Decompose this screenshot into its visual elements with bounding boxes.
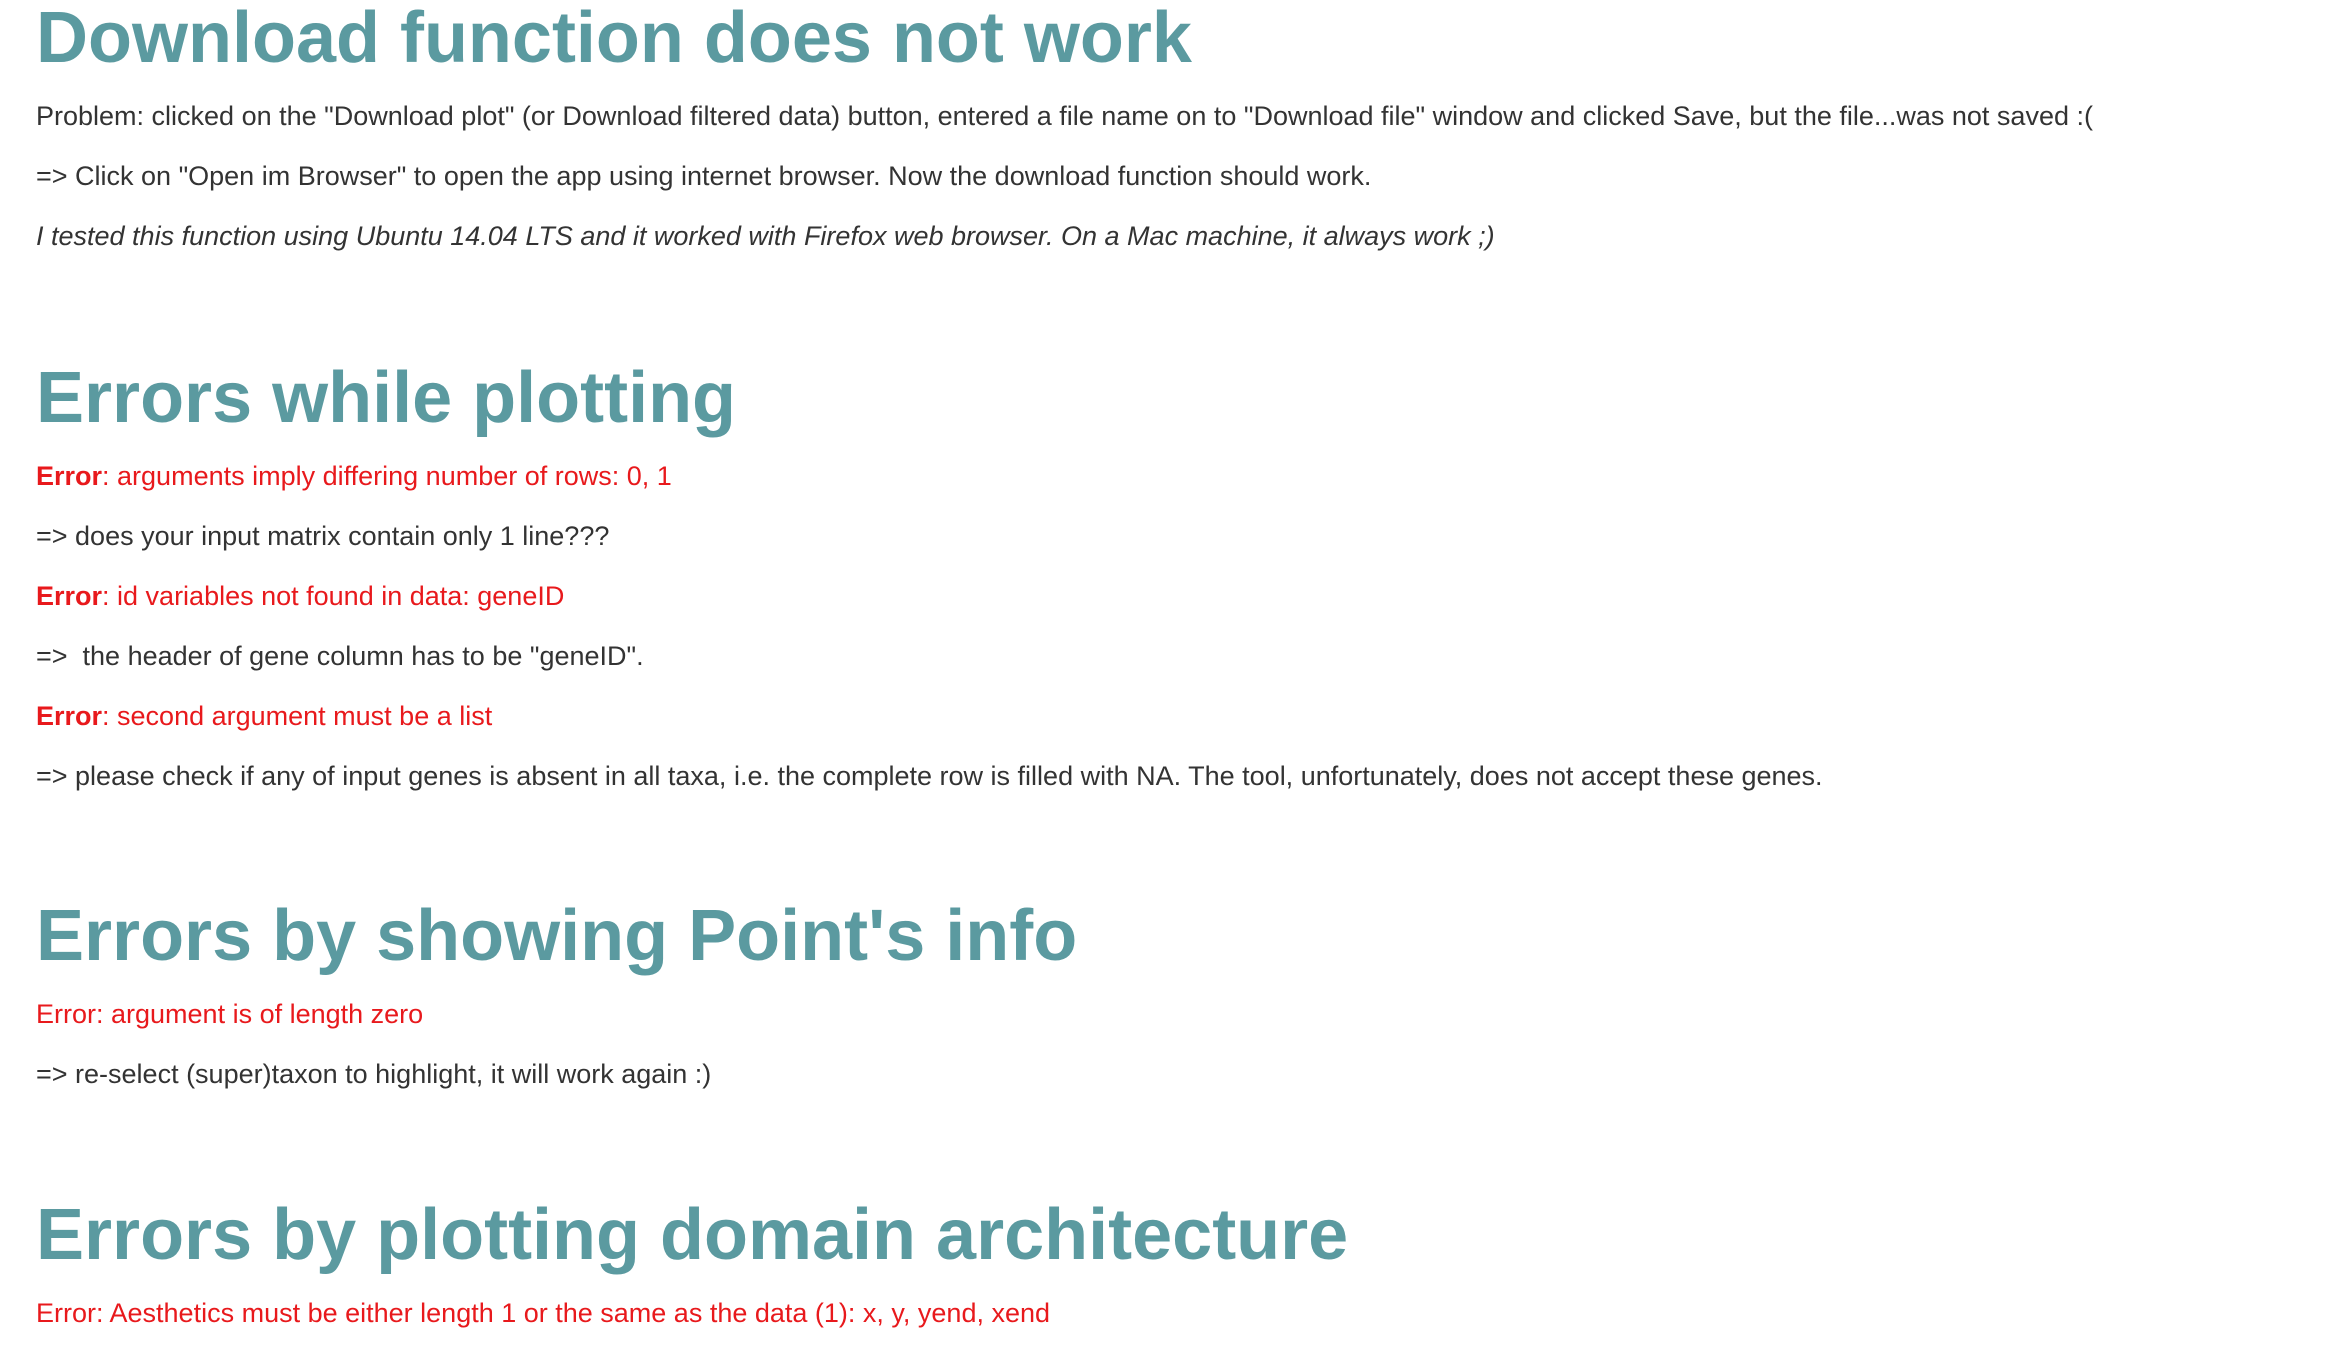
domain-architecture-error: Error: Aesthetics must be either length … [36,1298,1051,1328]
heading-domain-architecture-errors: Errors by plotting domain architecture [36,1195,1349,1275]
plot-solution-3: => please check if any of input genes is… [36,761,1823,791]
heading-point-info-errors: Errors by showing Point's info [36,896,1078,976]
plot-error-2: Error: id variables not found in data: g… [36,578,564,614]
error-label: Error [36,461,103,491]
point-info-error: Error: argument is of length zero [36,999,424,1029]
heading-plotting-errors: Errors while plotting [36,358,737,438]
download-note-text: I tested this function using Ubuntu 14.0… [36,221,1495,251]
error-message: : second argument must be a list [102,701,493,731]
error-message: : id variables not found in data: geneID [102,581,565,611]
error-message: : arguments imply differing number of ro… [102,461,672,491]
plot-solution-2: => the header of gene column has to be "… [36,638,644,674]
plot-error-1: Error: arguments imply differing number … [36,458,672,494]
heading-download: Download function does not work [36,0,1192,78]
error-label: Error [36,581,103,611]
plot-error-3: Error: second argument must be a list [36,698,492,734]
point-info-solution: => re-select (super)taxon to highlight, … [36,1059,712,1089]
download-problem-text: Problem: clicked on the "Download plot" … [36,101,2093,131]
error-label: Error [36,701,103,731]
solution-text: => the header of gene column has to be "… [36,641,644,671]
plot-solution-1: => does your input matrix contain only 1… [36,521,610,551]
download-solution-text: => Click on "Open im Browser" to open th… [36,161,1372,191]
